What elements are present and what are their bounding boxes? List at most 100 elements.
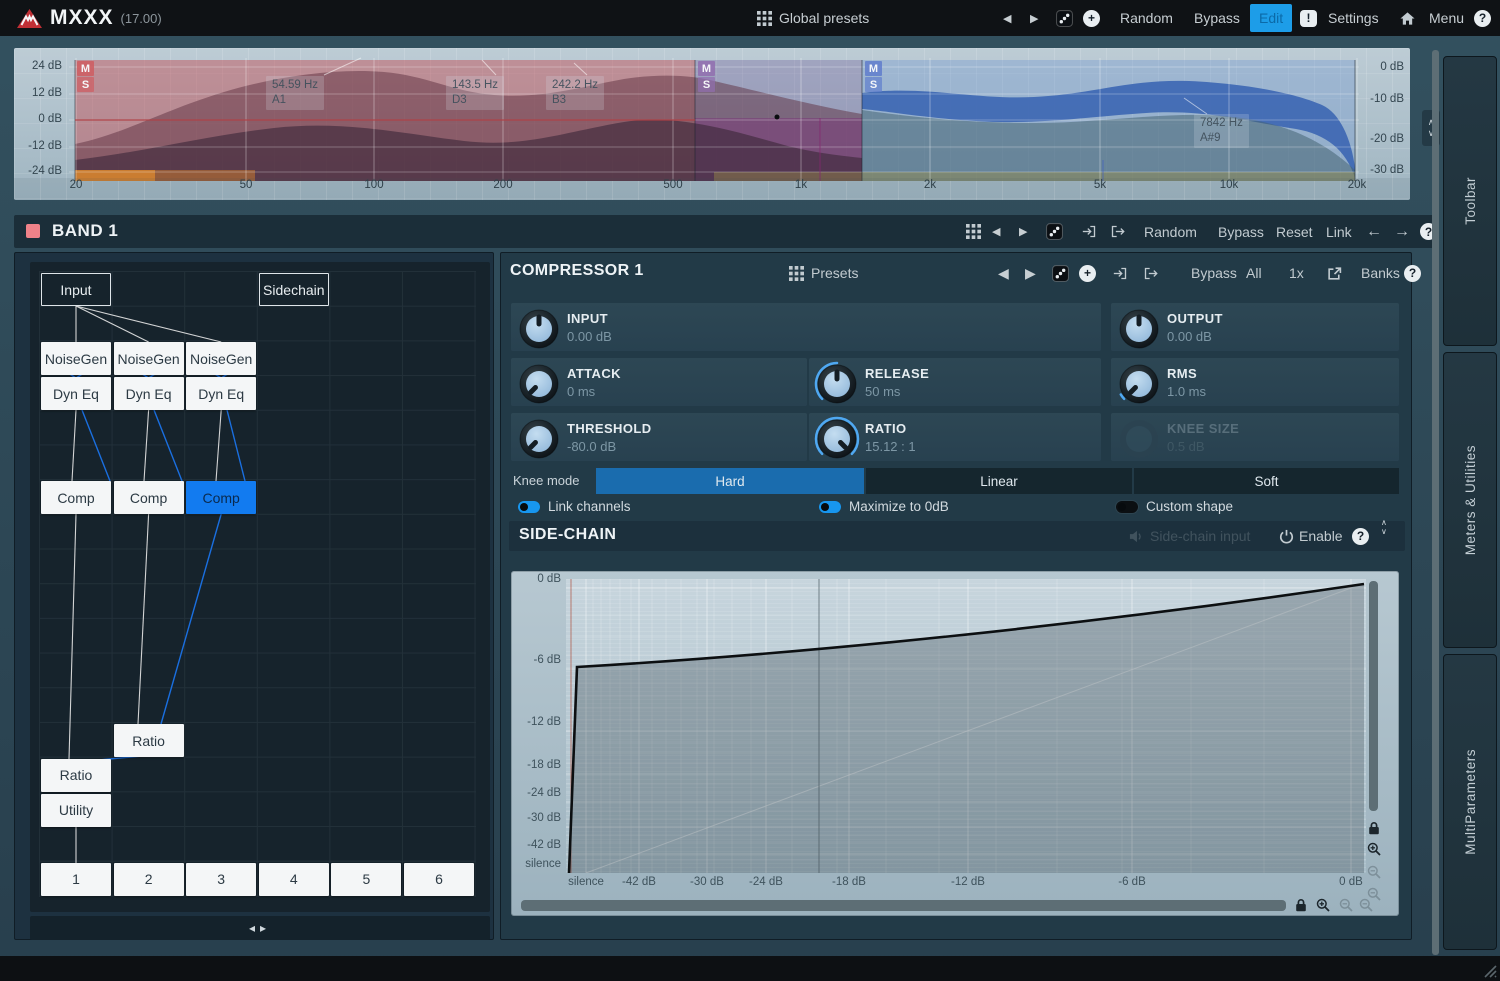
node-dyneq-2[interactable]: Dyn Eq: [113, 377, 184, 411]
sidechain-help-button[interactable]: ?: [1352, 518, 1369, 554]
graph-vscrollbar[interactable]: [1369, 581, 1378, 811]
link-channels-toggle[interactable]: Link channels: [518, 499, 631, 514]
threshold-knob[interactable]: [515, 415, 563, 463]
node-output-5[interactable]: 5: [331, 862, 402, 896]
tab-toolbar[interactable]: Toolbar: [1443, 56, 1497, 346]
comp-all-button[interactable]: All: [1246, 255, 1262, 291]
tab-meters-utilities[interactable]: Meters & Utilities: [1443, 352, 1497, 648]
eq-node-marker[interactable]: 7842 Hz A#9: [1194, 114, 1249, 148]
node-comp-3-selected[interactable]: Comp: [186, 481, 257, 515]
output-knob[interactable]: [1115, 305, 1163, 353]
zoom-out-icon[interactable]: [1339, 898, 1353, 912]
band2-side-button[interactable]: S: [698, 77, 715, 92]
compressor-presets-button[interactable]: Presets: [789, 255, 858, 291]
release-knob[interactable]: [813, 360, 861, 408]
lock-icon[interactable]: [1294, 898, 1308, 912]
eq-node-marker[interactable]: 242.2 Hz B3: [546, 76, 605, 110]
comp-add-button[interactable]: +: [1079, 255, 1096, 291]
eq-node-marker[interactable]: 54.59 Hz A1: [266, 76, 325, 110]
knee-mode-hard[interactable]: Hard: [596, 468, 864, 494]
random-button[interactable]: Random: [1120, 0, 1173, 36]
band-reset-button[interactable]: Reset: [1276, 215, 1313, 248]
input-knob[interactable]: [515, 305, 563, 353]
bypass-button[interactable]: Bypass: [1194, 0, 1240, 36]
tab-multiparameters[interactable]: MultiParameters: [1443, 654, 1497, 950]
band1-mid-button[interactable]: M: [77, 61, 94, 76]
sidechain-enable-button[interactable]: Enable: [1279, 518, 1343, 554]
node-output-2[interactable]: 2: [113, 862, 184, 896]
zoom-in-icon[interactable]: [1367, 842, 1381, 856]
node-dyneq-1[interactable]: Dyn Eq: [41, 377, 111, 411]
routing-hscroll[interactable]: ◂ ▸: [30, 916, 490, 940]
comp-detach-button[interactable]: [1327, 255, 1342, 291]
knee-mode-soft[interactable]: Soft: [1134, 468, 1399, 494]
band-link-button[interactable]: Link: [1326, 215, 1352, 248]
attack-knob[interactable]: [515, 360, 563, 408]
node-noisegen-2[interactable]: NoiseGen: [113, 342, 184, 376]
comp-help-button[interactable]: ?: [1404, 255, 1421, 291]
zoom-out-icon[interactable]: [1367, 865, 1381, 879]
node-output-6[interactable]: 6: [404, 862, 474, 896]
band-undo-button[interactable]: ←: [1366, 215, 1382, 248]
node-comp-2[interactable]: Comp: [113, 481, 184, 515]
add-preset-button[interactable]: +: [1083, 0, 1100, 36]
eq-node-marker[interactable]: 143.5 Hz D3: [446, 76, 505, 110]
band-export-button[interactable]: [1110, 215, 1125, 248]
zoom-out-icon[interactable]: [1359, 898, 1373, 912]
knee-mode-linear[interactable]: Linear: [866, 468, 1132, 494]
node-noisegen-3[interactable]: NoiseGen: [186, 342, 257, 376]
sidechain-collapse-control[interactable]: ∧ ∨: [1381, 518, 1387, 554]
node-comp-1[interactable]: Comp: [41, 481, 111, 515]
band-prev-button[interactable]: ◀: [992, 215, 1000, 248]
band-import-button[interactable]: [1082, 215, 1097, 248]
comp-next-button[interactable]: ▶: [1025, 255, 1036, 291]
help-button[interactable]: ?: [1474, 0, 1491, 36]
band3-side-button[interactable]: S: [865, 77, 882, 92]
menu-button[interactable]: Menu: [1429, 0, 1464, 36]
preset-next-button[interactable]: ▶: [1030, 0, 1038, 36]
comp-1x-button[interactable]: 1x: [1289, 255, 1304, 291]
node-output-4[interactable]: 4: [258, 862, 329, 896]
node-ratio-upper[interactable]: Ratio: [113, 724, 184, 758]
multiband-spectrum-display[interactable]: 24 dB 12 dB 0 dB -12 dB -24 dB 0 dB -10 …: [14, 48, 1410, 200]
comp-banks-button[interactable]: Banks: [1361, 255, 1400, 291]
node-dyneq-3[interactable]: Dyn Eq: [186, 377, 257, 411]
preset-prev-button[interactable]: ◀: [1003, 0, 1011, 36]
band-color-swatch[interactable]: [26, 224, 40, 238]
transfer-curve-plot[interactable]: [566, 579, 1366, 873]
custom-shape-toggle[interactable]: Custom shape: [1115, 499, 1233, 514]
node-output-1[interactable]: 1: [41, 862, 111, 896]
edit-button[interactable]: Edit: [1250, 0, 1293, 36]
node-ratio-lower[interactable]: Ratio: [41, 758, 111, 792]
comp-dice-button[interactable]: [1052, 255, 1069, 291]
band1-side-button[interactable]: S: [77, 77, 94, 92]
transfer-curve-graph[interactable]: 0 dB -6 dB -12 dB -18 dB -24 dB -30 dB -…: [511, 571, 1399, 916]
routing-grid[interactable]: Input Sidechain NoiseGen NoiseGen NoiseG…: [30, 262, 490, 912]
band-redo-button[interactable]: →: [1394, 215, 1410, 248]
band-random-button[interactable]: Random: [1144, 215, 1197, 248]
band-dice-button[interactable]: [1046, 215, 1063, 248]
maximize-toggle[interactable]: Maximize to 0dB: [819, 499, 949, 514]
node-sidechain[interactable]: Sidechain: [258, 273, 329, 306]
band-next-button[interactable]: ▶: [1019, 215, 1027, 248]
randomize-dice-button[interactable]: [1056, 0, 1073, 36]
comp-import-button[interactable]: [1113, 255, 1128, 291]
node-input[interactable]: Input: [41, 273, 111, 306]
global-presets-button[interactable]: Global presets: [757, 0, 869, 36]
settings-button[interactable]: Settings: [1328, 0, 1379, 36]
node-output-3[interactable]: 3: [186, 862, 257, 896]
alert-button[interactable]: !: [1300, 0, 1317, 36]
node-utility[interactable]: Utility: [41, 793, 111, 827]
zoom-in-icon[interactable]: [1316, 898, 1330, 912]
comp-bypass-button[interactable]: Bypass: [1191, 255, 1237, 291]
band2-mid-button[interactable]: M: [698, 61, 715, 76]
graph-hscrollbar[interactable]: [521, 900, 1286, 911]
band-bypass-button[interactable]: Bypass: [1218, 215, 1264, 248]
node-noisegen-1[interactable]: NoiseGen: [41, 342, 111, 376]
rms-knob[interactable]: [1115, 360, 1163, 408]
sidechain-input-button[interactable]: Side-chain input: [1129, 518, 1250, 554]
ratio-knob[interactable]: [813, 415, 861, 463]
band3-mid-button[interactable]: M: [865, 61, 882, 76]
window-vscrollbar[interactable]: [1432, 50, 1439, 955]
comp-prev-button[interactable]: ◀: [998, 255, 1009, 291]
